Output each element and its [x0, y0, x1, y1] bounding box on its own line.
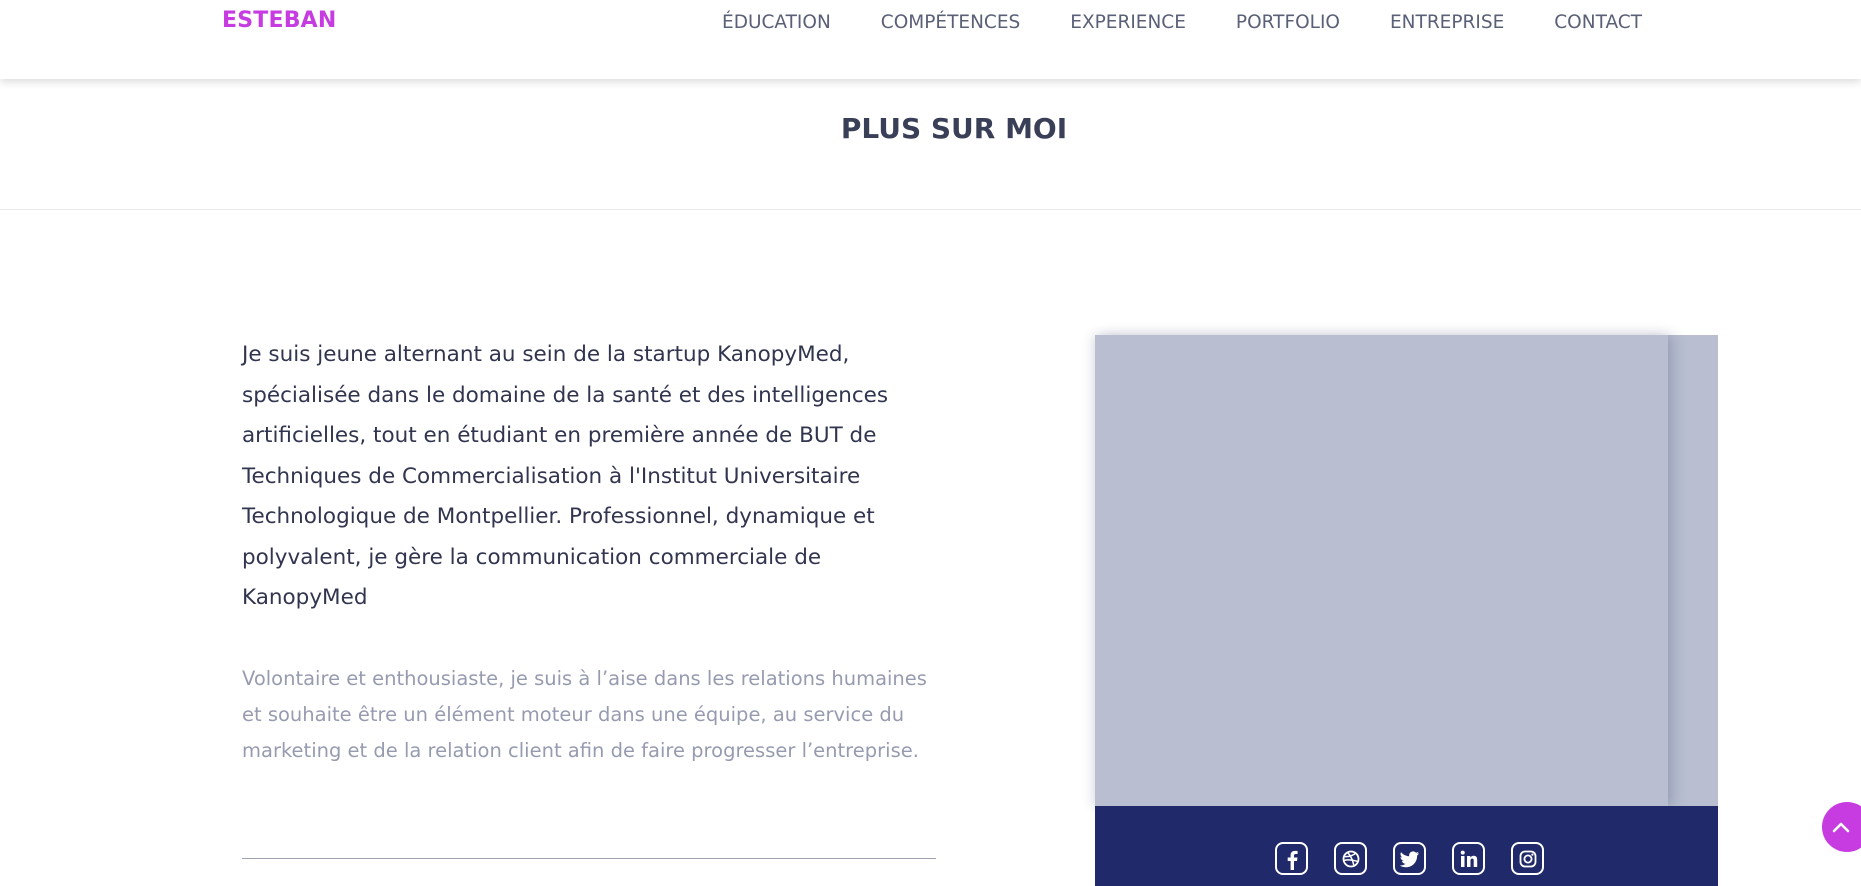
nav-item-portfolio[interactable]: PORTFOLIO	[1236, 12, 1340, 33]
instagram-icon[interactable]	[1511, 842, 1544, 875]
linkedin-icon[interactable]	[1452, 842, 1485, 875]
site-header: ESTEBAN ÉDUCATION COMPÉTENCES EXPERIENCE…	[0, 0, 1861, 79]
twitter-icon[interactable]	[1393, 842, 1426, 875]
dribbble-icon[interactable]	[1334, 842, 1367, 875]
section-title-band: PLUS SUR MOI	[0, 79, 1861, 210]
profile-photo-placeholder	[1095, 335, 1668, 806]
nav-item-entreprise[interactable]: ENTREPRISE	[1390, 12, 1504, 33]
nav-item-competences[interactable]: COMPÉTENCES	[881, 12, 1020, 33]
brand-logo[interactable]: ESTEBAN	[222, 8, 337, 33]
social-links-bar	[1095, 806, 1718, 886]
social-links	[1275, 842, 1544, 875]
scroll-to-top-button[interactable]	[1822, 802, 1861, 852]
chevron-up-icon	[1832, 822, 1850, 833]
section-title: PLUS SUR MOI	[840, 112, 1068, 145]
nav-item-contact[interactable]: CONTACT	[1554, 12, 1642, 33]
about-intro-text: Je suis jeune alternant au sein de la st…	[242, 342, 889, 610]
nav-item-experience[interactable]: EXPERIENCE	[1070, 12, 1186, 33]
about-details-text: Volontaire et enthousiaste, je suis à l’…	[242, 667, 927, 762]
content-divider	[242, 858, 936, 859]
nav-item-education[interactable]: ÉDUCATION	[722, 12, 831, 33]
main-nav: ÉDUCATION COMPÉTENCES EXPERIENCE PORTFOL…	[672, 12, 1642, 33]
facebook-icon[interactable]	[1275, 842, 1308, 875]
profile-card	[1095, 335, 1718, 886]
